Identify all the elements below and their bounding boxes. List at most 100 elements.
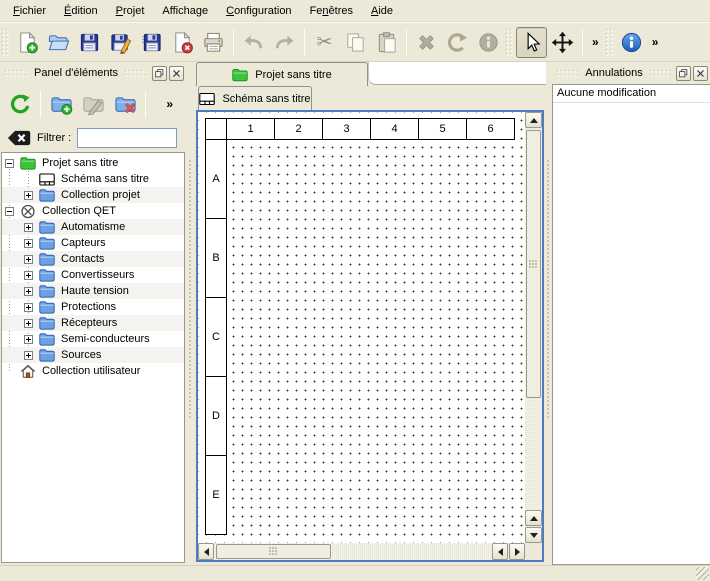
copy-button[interactable]	[340, 27, 371, 58]
tree-item-collection-utilisateur[interactable]: Collection utilisateur	[2, 363, 184, 379]
float-panel-button[interactable]	[676, 66, 691, 81]
folder-icon	[39, 252, 55, 267]
tree-item-collection-projet[interactable]: Collection projet	[2, 187, 184, 203]
tree-item-sources[interactable]: Sources	[2, 347, 184, 363]
toolbar-handle[interactable]	[2, 29, 9, 56]
column-header-2: 2	[274, 118, 323, 140]
row-header-B: B	[205, 218, 227, 298]
tree-item-protections[interactable]: Protections	[2, 299, 184, 315]
copy-icon	[344, 31, 367, 54]
delete-category-button[interactable]	[109, 88, 141, 120]
open-document-button[interactable]	[43, 27, 74, 58]
float-icon	[679, 69, 688, 78]
move-mode-button[interactable]	[547, 27, 578, 58]
tree-expand-icon[interactable]	[24, 255, 33, 264]
close-panel-button[interactable]	[693, 66, 708, 81]
right-splitter-handle[interactable]	[547, 160, 551, 420]
dock-grip[interactable]	[125, 70, 147, 77]
dock-grip[interactable]	[5, 70, 27, 77]
tree-expand-icon[interactable]	[24, 287, 33, 296]
select-mode-button[interactable]	[516, 27, 547, 58]
tree-item-contacts[interactable]: Contacts	[2, 251, 184, 267]
tree-expand-icon[interactable]	[24, 239, 33, 248]
scroll-left-button-2[interactable]	[492, 543, 508, 560]
tree-expand-icon[interactable]	[24, 271, 33, 280]
scroll-right-button[interactable]	[509, 543, 525, 560]
clear-filter-button[interactable]	[7, 129, 31, 147]
tab-schema[interactable]: Schéma sans titre	[198, 86, 312, 110]
undo-button[interactable]	[238, 27, 269, 58]
new-document-button[interactable]	[12, 27, 43, 58]
tab-project[interactable]: Projet sans titre	[196, 62, 368, 86]
schema-canvas[interactable]: 123456 ABCDE	[198, 112, 525, 543]
save-all-button[interactable]	[136, 27, 167, 58]
cut-button[interactable]: ✂	[309, 27, 340, 58]
undo-history-item[interactable]: Aucune modification	[553, 85, 710, 103]
tree-item-automatisme[interactable]: Automatisme	[2, 219, 184, 235]
horizontal-scrollbar-thumb[interactable]	[216, 544, 331, 559]
tree-expand-icon[interactable]	[24, 223, 33, 232]
close-document-button[interactable]	[167, 27, 198, 58]
toolbar-overflow-button[interactable]: »	[587, 35, 604, 49]
tree-expand-icon[interactable]	[24, 303, 33, 312]
tree-collapse-icon[interactable]	[5, 159, 14, 168]
tree-item-recepteurs[interactable]: Récepteurs	[2, 315, 184, 331]
elements-tree[interactable]: Projet sans titre Schéma sans titre Collec…	[1, 152, 185, 563]
new-category-button[interactable]	[45, 88, 77, 120]
dock-grip[interactable]	[557, 70, 578, 77]
float-panel-button[interactable]	[152, 66, 167, 81]
tree-item-semi-conducteurs[interactable]: Semi-conducteurs	[2, 331, 184, 347]
element-info-icon	[477, 31, 500, 54]
menu-projet[interactable]: Projet	[107, 1, 154, 21]
menu-fichier[interactable]: Fichier	[4, 1, 55, 21]
menu-edition[interactable]: Édition	[55, 1, 107, 21]
tree-item-collection-qet[interactable]: Collection QET	[2, 203, 184, 219]
scroll-up-button-2[interactable]	[525, 510, 542, 526]
reload-collections-button[interactable]	[4, 88, 36, 120]
tree-item-label: Schéma sans titre	[61, 173, 149, 185]
tree-expand-icon[interactable]	[24, 319, 33, 328]
tree-expand-icon[interactable]	[24, 351, 33, 360]
left-splitter-handle[interactable]	[189, 160, 193, 420]
tree-item-schema-sans-titre[interactable]: Schéma sans titre	[2, 171, 184, 187]
edit-category-button[interactable]	[77, 88, 109, 120]
tree-item-haute-tension[interactable]: Haute tension	[2, 283, 184, 299]
element-info-button[interactable]	[473, 27, 504, 58]
horizontal-scrollbar[interactable]	[198, 543, 525, 560]
filter-input[interactable]	[77, 128, 177, 148]
dock-grip[interactable]	[650, 70, 671, 77]
tree-expand-icon[interactable]	[24, 335, 33, 344]
tree-item-convertisseurs[interactable]: Convertisseurs	[2, 267, 184, 283]
row-header-D: D	[205, 376, 227, 456]
rotate-button[interactable]	[442, 27, 473, 58]
delete-button[interactable]	[411, 27, 442, 58]
scroll-left-button[interactable]	[198, 543, 214, 560]
schema-view[interactable]: 123456 ABCDE	[196, 110, 544, 562]
menu-aide[interactable]: Aide	[362, 1, 402, 21]
save-button[interactable]	[74, 27, 105, 58]
scroll-up-button[interactable]	[525, 112, 542, 128]
paste-button[interactable]	[371, 27, 402, 58]
print-button[interactable]	[198, 27, 229, 58]
toolbar-overflow-button[interactable]: »	[647, 35, 664, 49]
tree-item-projet-sans-titre[interactable]: Projet sans titre	[2, 155, 184, 171]
vertical-scrollbar-thumb[interactable]	[526, 130, 541, 398]
toolbar-overflow-button[interactable]: »	[161, 97, 178, 111]
save-as-button[interactable]	[105, 27, 136, 58]
menu-affichage[interactable]: Affichage	[153, 1, 217, 21]
undo-history-list[interactable]: Aucune modification	[552, 84, 710, 565]
menu-fenetres[interactable]: Fenêtres	[301, 1, 362, 21]
toolbar-handle[interactable]	[606, 29, 613, 56]
resize-grip[interactable]	[696, 567, 709, 580]
tree-collapse-icon[interactable]	[5, 207, 14, 216]
tree-expand-icon[interactable]	[24, 191, 33, 200]
about-button[interactable]	[616, 27, 647, 58]
tree-item-capteurs[interactable]: Capteurs	[2, 235, 184, 251]
vertical-scrollbar[interactable]	[525, 112, 542, 543]
menu-configuration[interactable]: Configuration	[217, 1, 300, 21]
close-panel-button[interactable]	[169, 66, 184, 81]
redo-button[interactable]	[269, 27, 300, 58]
scroll-down-button[interactable]	[525, 527, 542, 543]
toolbar-handle[interactable]	[506, 29, 513, 56]
folder-icon	[39, 300, 55, 315]
